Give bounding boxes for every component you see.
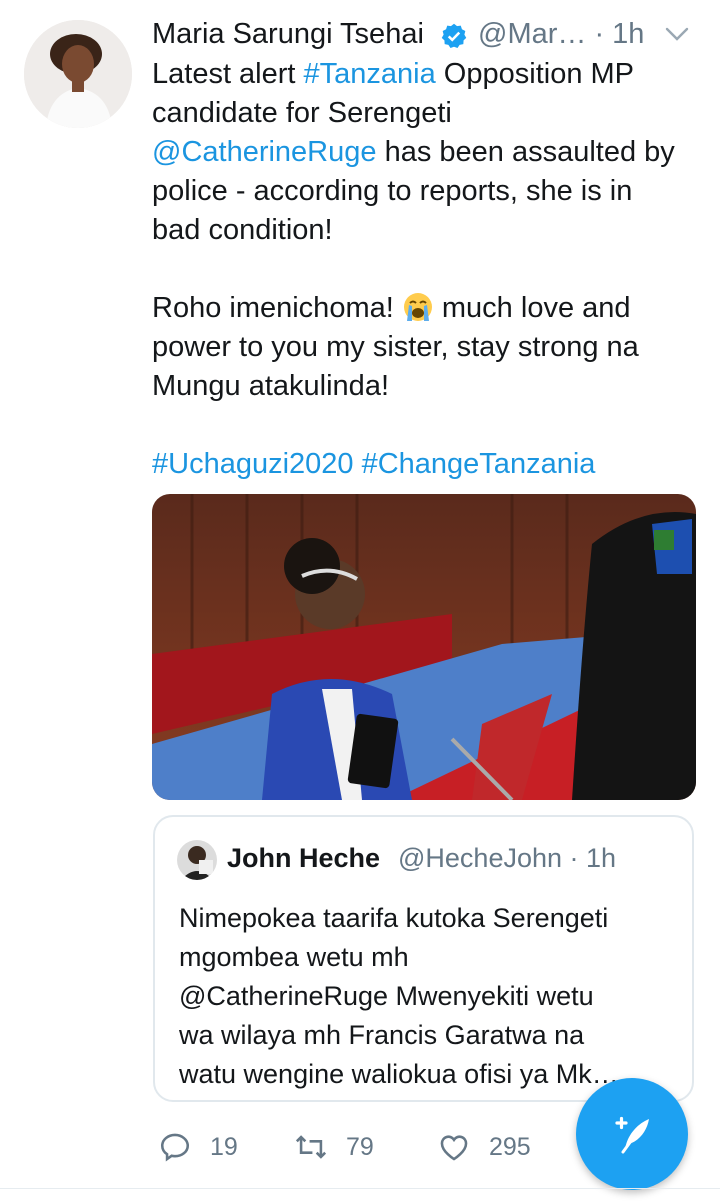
heart-icon [440, 1135, 468, 1161]
reply-count: 19 [210, 1132, 238, 1161]
author-avatar[interactable] [24, 20, 132, 128]
quoted-tweet-text: Nimepokea taarifa kutoka Serengeti mgomb… [179, 903, 619, 1089]
reply-button[interactable]: 19 [158, 1122, 238, 1172]
quoted-tweet[interactable]: John Heche @HecheJohn · 1h Nimepokea taa… [153, 815, 694, 1102]
tweet-photo[interactable] [152, 494, 696, 800]
compose-tweet-button[interactable] [576, 1078, 688, 1190]
retweet-button[interactable]: 79 [294, 1122, 374, 1172]
verified-badge-icon [441, 23, 467, 49]
tweet-actions: 19 79 295 [152, 1122, 592, 1172]
tweet-header: Maria Sarungi Tsehai @Mar… · 1h [152, 12, 702, 60]
compose-tweet-icon [615, 1116, 649, 1154]
chevron-down-icon[interactable] [664, 24, 690, 44]
bottom-divider [0, 1188, 720, 1189]
retweet-icon [295, 1135, 327, 1159]
tweet-text: Latest alert #Tanzania Opposition MP can… [152, 55, 707, 484]
author-name[interactable]: Maria Sarungi Tsehai [152, 18, 424, 51]
hashtags-line[interactable]: #Uchaguzi2020 #ChangeTanzania [152, 445, 707, 484]
like-count: 295 [489, 1132, 531, 1161]
loudly-crying-face-icon [403, 293, 432, 321]
hashtag-link[interactable]: #Tanzania [304, 58, 436, 90]
reply-icon [160, 1133, 190, 1162]
quoted-author-name: John Heche [227, 843, 381, 873]
author-handle-time[interactable]: @Mar… · 1h [478, 18, 644, 51]
mention-link[interactable]: @CatherineRuge [152, 136, 377, 168]
retweet-count: 79 [346, 1132, 374, 1161]
quoted-author-handle: @HecheJohn · 1h [398, 843, 617, 873]
quoted-author-avatar [177, 840, 217, 880]
like-button[interactable]: 295 [437, 1122, 531, 1172]
